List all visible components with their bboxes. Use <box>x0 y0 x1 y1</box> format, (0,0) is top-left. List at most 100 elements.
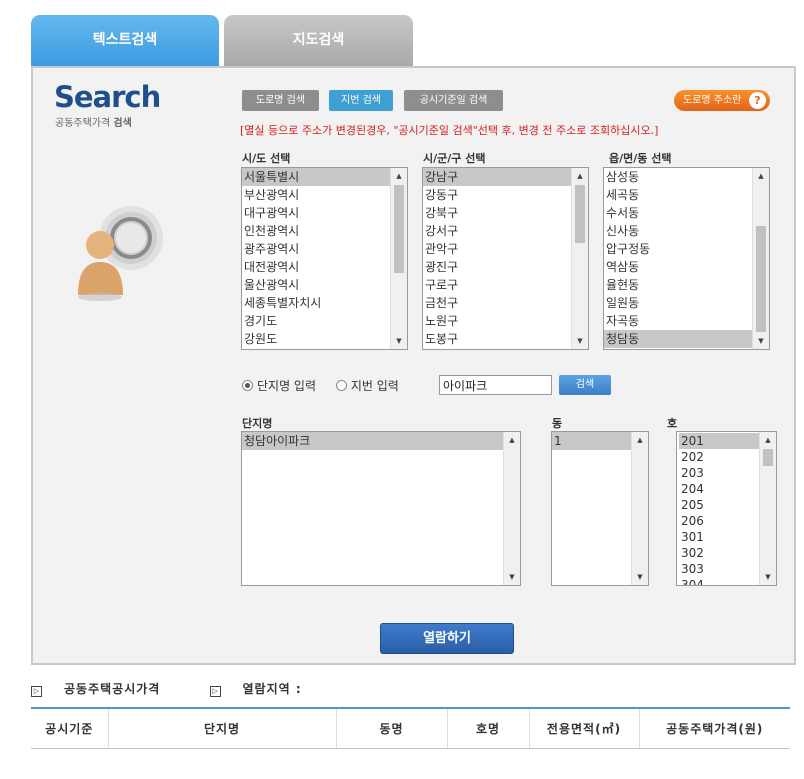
scroll-thumb[interactable] <box>763 449 773 466</box>
radio-jibun[interactable]: 지번 입력 <box>335 379 399 393</box>
scroll-up-icon[interactable]: ▲ <box>632 432 648 448</box>
notice-text: [멸실 등으로 주소가 변경된경우, "공시기준일 검색"선택 후, 변경 전 … <box>240 124 659 137</box>
search-type-radio-group: 단지명 입력 지번 입력 <box>242 377 399 394</box>
list-item[interactable]: 206 <box>679 513 759 529</box>
col-header: 동명 <box>335 707 447 749</box>
list-item[interactable]: 울산광역시 <box>242 276 390 294</box>
scroll-up-icon[interactable]: ▲ <box>760 432 776 448</box>
tab-map-search[interactable]: 지도검색 <box>224 15 413 67</box>
scroll-down-icon[interactable]: ▼ <box>572 333 588 349</box>
info-region-label: 열람지역 : <box>242 682 302 696</box>
list-item[interactable]: 대전광역시 <box>242 258 390 276</box>
road-search-button[interactable]: 도로명 검색 <box>242 90 319 111</box>
dong-no-listbox[interactable]: 1 ▲ ▼ <box>551 431 649 586</box>
eupmyeondong-label: 읍/면/동 선택 <box>609 152 672 165</box>
list-item[interactable]: 204 <box>679 481 759 497</box>
danji-scrollbar[interactable]: ▲ ▼ <box>503 432 520 585</box>
list-item[interactable]: 신사동 <box>604 222 752 240</box>
dong-no-scrollbar[interactable]: ▲ ▼ <box>631 432 648 585</box>
list-item[interactable]: 강서구 <box>423 222 571 240</box>
apartment-search-input[interactable] <box>439 375 552 395</box>
scroll-up-icon[interactable]: ▲ <box>504 432 520 448</box>
list-item[interactable]: 강원도 <box>242 330 390 348</box>
radio-danji[interactable]: 단지명 입력 <box>242 379 316 393</box>
ho-scrollbar[interactable]: ▲ ▼ <box>759 432 776 585</box>
search-button[interactable]: 검색 <box>559 375 611 395</box>
list-item[interactable]: 서울특별시 <box>242 168 390 186</box>
list-item[interactable]: 자곡동 <box>604 312 752 330</box>
list-item[interactable]: 303 <box>679 561 759 577</box>
scroll-up-icon[interactable]: ▲ <box>753 168 769 184</box>
list-item[interactable]: 대구광역시 <box>242 204 390 222</box>
list-item[interactable]: 203 <box>679 465 759 481</box>
scroll-down-icon[interactable]: ▼ <box>632 569 648 585</box>
radio-jibun-indicator[interactable] <box>335 380 347 391</box>
list-item[interactable]: 청담동 <box>604 330 752 348</box>
list-item[interactable]: 202 <box>679 449 759 465</box>
dong-scrollbar[interactable]: ▲ ▼ <box>752 168 769 349</box>
list-item[interactable]: 205 <box>679 497 759 513</box>
info-price: ▷ 공동주택공시가격 <box>31 682 182 697</box>
scroll-up-icon[interactable]: ▲ <box>572 168 588 184</box>
date-search-button[interactable]: 공시기준일 검색 <box>404 90 503 111</box>
tab-text-search[interactable]: 텍스트검색 <box>31 15 219 67</box>
list-item[interactable]: 청담아이파크 <box>242 432 503 450</box>
scroll-down-icon[interactable]: ▼ <box>391 333 407 349</box>
scroll-up-icon[interactable]: ▲ <box>391 168 407 184</box>
list-item[interactable]: 세종특별자치시 <box>242 294 390 312</box>
list-item[interactable]: 수서동 <box>604 204 752 222</box>
list-item[interactable]: 금천구 <box>423 294 571 312</box>
list-item[interactable]: 강동구 <box>423 186 571 204</box>
scroll-down-icon[interactable]: ▼ <box>504 569 520 585</box>
radio-jibun-label[interactable]: 지번 입력 <box>351 379 399 393</box>
list-item[interactable]: 도봉구 <box>423 330 571 348</box>
jibun-search-button[interactable]: 지번 검색 <box>329 90 393 111</box>
list-item[interactable]: 광주광역시 <box>242 240 390 258</box>
list-item[interactable]: 301 <box>679 529 759 545</box>
sigungu-listbox[interactable]: 강남구 강동구 강북구 강서구 관악구 광진구 구로구 금천구 노원구 도봉구 ▲ ▼ <box>422 167 589 350</box>
scroll-thumb[interactable] <box>394 185 404 273</box>
list-item[interactable]: 강북구 <box>423 204 571 222</box>
list-item[interactable]: 일원동 <box>604 294 752 312</box>
ho-label: 호 <box>667 417 678 430</box>
eupmyeondong-listbox[interactable]: 삼성동 세곡동 수서동 신사동 압구정동 역삼동 율현동 일원동 자곡동 청담동 ▲ ▼ <box>603 167 770 350</box>
danji-listbox[interactable]: 청담아이파크 ▲ ▼ <box>241 431 521 586</box>
danji-label: 단지명 <box>242 417 273 430</box>
view-button[interactable]: 열람하기 <box>380 623 514 654</box>
search-panel: Search 공동주택가격 검색 도로명 검색 지번 검색 공시기준일 검색 도… <box>31 66 796 665</box>
sido-scrollbar[interactable]: ▲ ▼ <box>390 168 407 349</box>
search-logo-subtitle: 공동주택가격 검색 <box>55 114 132 129</box>
road-address-help-button[interactable]: 도로명 주소란? <box>674 90 770 111</box>
scroll-thumb[interactable] <box>756 226 766 332</box>
col-header: 호명 <box>446 707 529 749</box>
list-item[interactable]: 304 <box>679 577 759 585</box>
ho-listbox[interactable]: 201 202 203 204 205 206 301 302 303 304 ▲ ▼ <box>676 431 777 586</box>
list-item[interactable]: 압구정동 <box>604 240 752 258</box>
sido-listbox[interactable]: 서울특별시 부산광역시 대구광역시 인천광역시 광주광역시 대전광역시 울산광역시 세종특별자… <box>241 167 408 350</box>
scroll-down-icon[interactable]: ▼ <box>760 569 776 585</box>
list-item[interactable]: 201 <box>679 433 759 449</box>
sigungu-scrollbar[interactable]: ▲ ▼ <box>571 168 588 349</box>
radio-danji-indicator[interactable] <box>242 380 253 391</box>
list-item[interactable]: 부산광역시 <box>242 186 390 204</box>
list-item[interactable]: 역삼동 <box>604 258 752 276</box>
col-header: 단지명 <box>107 707 336 749</box>
list-item[interactable]: 강남구 <box>423 168 571 186</box>
list-item[interactable]: 인천광역시 <box>242 222 390 240</box>
list-item[interactable]: 302 <box>679 545 759 561</box>
question-icon: ? <box>749 92 766 109</box>
list-item[interactable]: 율현동 <box>604 276 752 294</box>
list-item[interactable]: 광진구 <box>423 258 571 276</box>
list-item[interactable]: 구로구 <box>423 276 571 294</box>
scroll-down-icon[interactable]: ▼ <box>753 333 769 349</box>
list-item[interactable]: 경기도 <box>242 312 390 330</box>
list-item[interactable]: 노원구 <box>423 312 571 330</box>
search-logo: Search <box>54 80 161 114</box>
arrow-box-icon: ▷ <box>31 686 42 697</box>
list-item[interactable]: 삼성동 <box>604 168 752 186</box>
list-item[interactable]: 1 <box>552 432 631 450</box>
radio-danji-label[interactable]: 단지명 입력 <box>257 379 316 393</box>
scroll-thumb[interactable] <box>575 185 585 243</box>
list-item[interactable]: 관악구 <box>423 240 571 258</box>
list-item[interactable]: 세곡동 <box>604 186 752 204</box>
